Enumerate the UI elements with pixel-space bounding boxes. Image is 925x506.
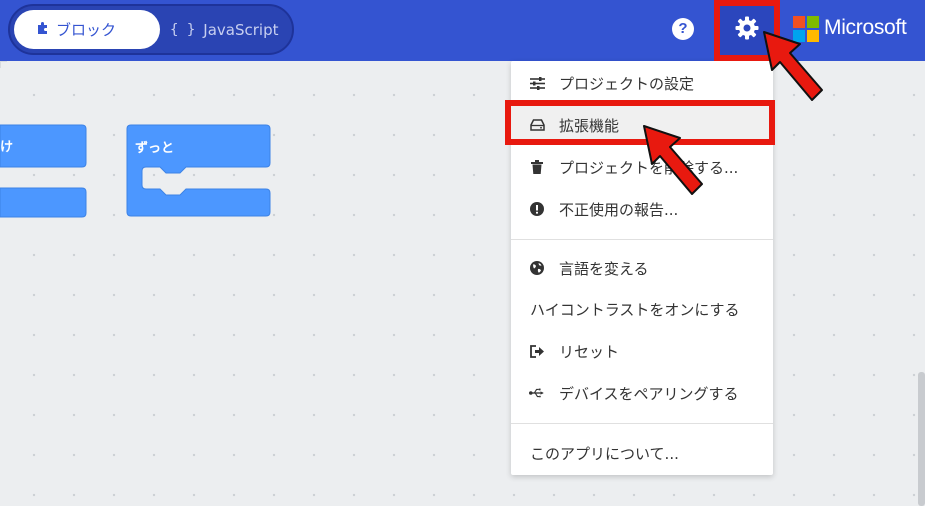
menu-item-about[interactable]: このアプリについて... xyxy=(511,433,773,473)
menu-item-label: 不正使用の報告... xyxy=(559,200,679,219)
microsoft-brand-text: Microsoft xyxy=(824,16,907,39)
menu-item-language[interactable]: 言語を変える xyxy=(511,248,773,288)
forever-block-label: ずっと xyxy=(135,141,175,156)
help-button[interactable]: ? xyxy=(672,18,694,40)
trash-icon xyxy=(529,159,545,175)
puzzle-icon xyxy=(36,21,50,39)
blocks-tab-label: ブロック xyxy=(56,21,117,39)
question-icon: ? xyxy=(678,20,688,37)
menu-item-project-settings[interactable]: プロジェクトの設定 xyxy=(511,63,773,103)
menu-item-high-contrast[interactable]: ハイコントラストをオンにする xyxy=(511,289,773,329)
editor-toggle: ブロック { } JavaScript xyxy=(8,4,294,55)
menu-divider xyxy=(511,423,773,424)
menu-item-label: デバイスをペアリングする xyxy=(559,384,739,403)
javascript-tab-label: JavaScript xyxy=(203,20,279,39)
sign-out-icon xyxy=(529,343,545,359)
exclamation-circle-icon xyxy=(529,201,545,217)
on-start-block-label: け xyxy=(0,140,14,155)
menu-item-reset[interactable]: リセット xyxy=(511,331,773,371)
blocks-tab[interactable]: ブロック xyxy=(14,10,160,49)
workspace-scrollbar[interactable] xyxy=(918,372,925,506)
arrow-pointer-icon xyxy=(763,31,823,101)
menu-item-label: リセット xyxy=(559,342,620,361)
menu-item-label: このアプリについて... xyxy=(530,444,679,463)
globe-icon xyxy=(529,260,545,276)
javascript-tab[interactable]: { } JavaScript xyxy=(170,10,290,49)
arrow-pointer-icon xyxy=(643,125,703,195)
sliders-icon xyxy=(529,75,545,91)
menu-item-label: 言語を変える xyxy=(559,259,649,278)
braces-icon: { } xyxy=(170,21,196,38)
menu-divider xyxy=(511,239,773,240)
usb-icon xyxy=(529,385,545,401)
menu-item-label: ハイコントラストをオンにする xyxy=(530,300,740,319)
menu-item-pair-device[interactable]: デバイスをペアリングする xyxy=(511,373,773,413)
menu-item-label: プロジェクトの設定 xyxy=(559,74,695,93)
